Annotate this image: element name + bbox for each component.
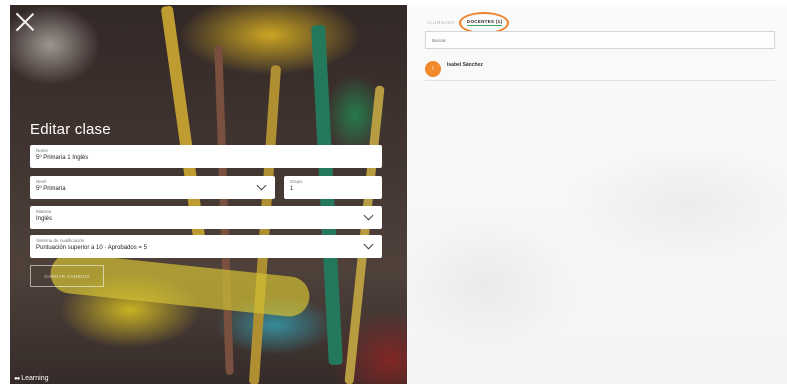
avatar: I [425,61,441,77]
close-icon[interactable] [14,11,36,33]
class-name-field[interactable]: Nome 5º Primaria 1 Inglés [30,145,382,168]
list-item[interactable]: I Isabel Sánchez [425,59,775,81]
field-value: 5º Primaria [36,186,66,192]
grading-system-select[interactable]: Sistema de cualificación Puntuación supe… [30,235,382,258]
tab-students[interactable]: ALUMNADO [427,20,455,25]
field-value: Inglés [36,216,53,222]
save-changes-button[interactable]: GARDAR CAMBIOS [30,265,104,287]
field-value: 1 [290,186,294,192]
subject-select[interactable]: Materia Inglés [30,206,382,229]
level-select[interactable]: Nivel 5º Primaria [30,176,275,199]
field-value: 5º Primaria 1 Inglés [36,155,89,161]
field-value: Puntuación superior a 10 · Aprobados = 5 [36,245,147,251]
tab-teachers[interactable]: DOCENTES (1) [466,19,503,26]
member-name: Isabel Sánchez [447,62,483,68]
members-panel: ALUMNADO DOCENTES (1) I Isabel Sánchez [407,5,787,384]
search-input[interactable] [425,31,775,49]
brand-logo: ●● Learning [14,375,49,382]
photo-panel: Editar clase Nome 5º Primaria 1 Inglés N… [10,5,407,384]
member-tabs: ALUMNADO DOCENTES (1) [427,19,503,26]
logo-dots-icon: ●● [14,375,20,382]
page-title: Editar clase [30,121,111,138]
brand-name: Learning [21,375,49,382]
group-field[interactable]: Grupo 1 [284,176,382,199]
